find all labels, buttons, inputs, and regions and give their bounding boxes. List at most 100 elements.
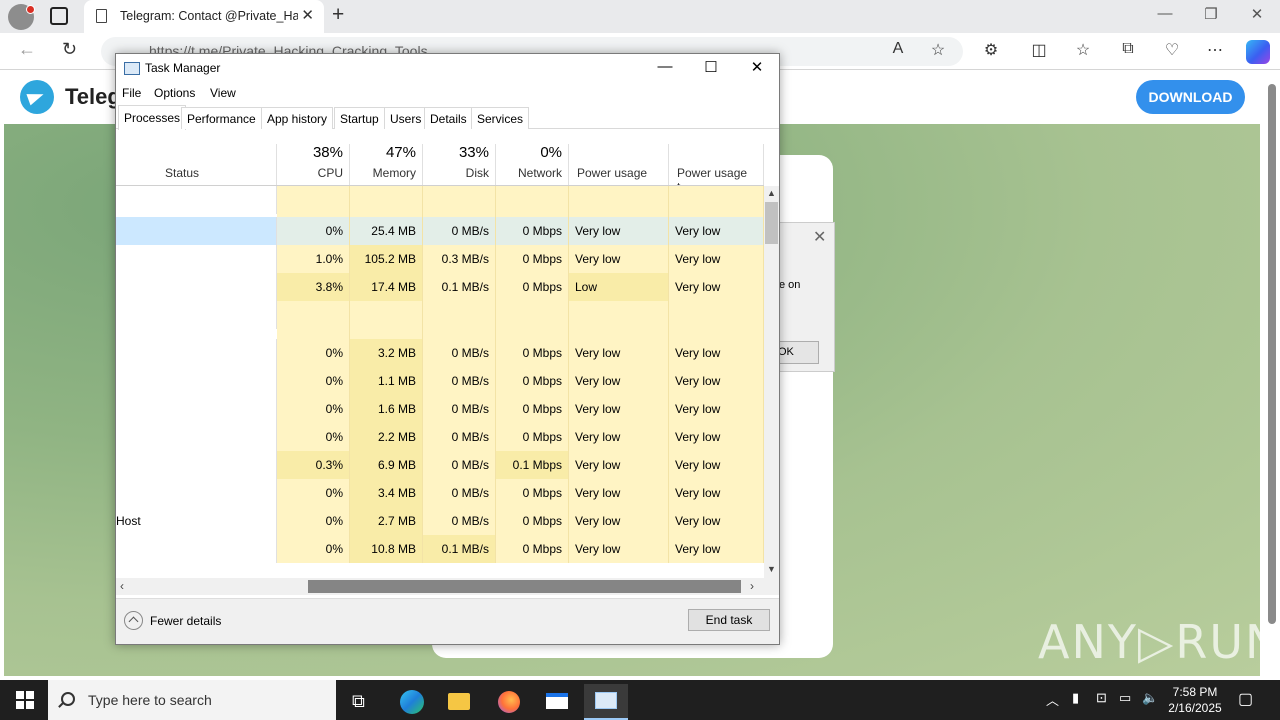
- cell-network: 0 Mbps: [496, 507, 569, 535]
- table-row[interactable]: 0% 1.6 MB 0 MB/s 0 Mbps Very low Very low: [116, 395, 764, 423]
- cell-memory: 1.1 MB: [350, 367, 423, 395]
- profile-avatar-icon[interactable]: [8, 4, 35, 30]
- column-percent: 0%: [540, 144, 562, 161]
- column-label: Memory: [372, 166, 416, 180]
- cell-memory: 2.7 MB: [350, 507, 423, 535]
- table-row[interactable]: 0% 10.8 MB 0.1 MB/s 0 Mbps Very low Very low: [116, 535, 764, 563]
- tab-processes[interactable]: Processes: [118, 105, 187, 130]
- scroll-down-icon[interactable]: ▼: [767, 564, 776, 574]
- tab-details[interactable]: Details: [424, 107, 473, 129]
- cell-memory: 17.4 MB: [350, 273, 423, 301]
- tray-chevron-icon[interactable]: ︿: [1046, 690, 1059, 709]
- table-row[interactable]: Host 0% 2.7 MB 0 MB/s 0 Mbps Very low Very low: [116, 507, 764, 535]
- chevron-up-icon[interactable]: [124, 611, 143, 630]
- table-row[interactable]: 1.0% 105.2 MB 0.3 MB/s 0 Mbps Very low Very l…: [116, 245, 764, 273]
- network-icon[interactable]: ▭: [1119, 690, 1131, 706]
- minimize-button[interactable]: —: [1150, 5, 1180, 22]
- process-name: [116, 186, 277, 214]
- column-header-disk[interactable]: 33% Disk: [423, 144, 496, 185]
- scroll-up-icon[interactable]: ▲: [767, 188, 776, 198]
- table-row[interactable]: 0% 3.2 MB 0 MB/s 0 Mbps Very low Very low: [116, 339, 764, 367]
- tab-users[interactable]: Users: [384, 107, 428, 129]
- dialog-ok-button[interactable]: OK: [778, 341, 819, 364]
- volume-icon[interactable]: 🔈: [1142, 690, 1158, 706]
- column-header-memory[interactable]: 47% Memory: [350, 144, 423, 185]
- favorite-star-icon[interactable]: ☆: [925, 40, 951, 60]
- vertical-scroll-thumb[interactable]: [765, 202, 778, 244]
- start-icon[interactable]: [16, 691, 34, 709]
- horizontal-scroll-thumb[interactable]: [308, 580, 741, 593]
- telegram-logo-icon[interactable]: [20, 80, 54, 114]
- tab-performance[interactable]: Performance: [181, 107, 262, 129]
- dialog-close-icon[interactable]: ✕: [813, 227, 826, 247]
- restore-button[interactable]: ❐: [1196, 5, 1226, 23]
- process-horizontal-scrollbar[interactable]: ‹ ›: [116, 578, 779, 595]
- column-header-cpu[interactable]: 38% CPU: [277, 144, 350, 185]
- tab-startup[interactable]: Startup: [334, 107, 385, 129]
- cell-power-trend: Very low: [669, 217, 764, 245]
- tab-close-icon[interactable]: ✕: [301, 6, 314, 24]
- firefox-icon[interactable]: [486, 684, 530, 720]
- taskbar-search[interactable]: Type here to search: [48, 680, 336, 720]
- column-header-status[interactable]: Status: [157, 144, 277, 185]
- task-manager-taskbar-icon[interactable]: [584, 684, 628, 720]
- app-window-icon[interactable]: [534, 684, 578, 720]
- menu-options[interactable]: Options: [154, 86, 195, 100]
- task-view-icon[interactable]: ⧉: [340, 684, 384, 720]
- download-button[interactable]: DOWNLOAD: [1136, 80, 1245, 114]
- column-header-power-usage-t[interactable]: Power usage t...: [669, 144, 764, 194]
- notifications-icon[interactable]: ▢: [1238, 689, 1253, 709]
- copilot-icon[interactable]: [1246, 40, 1270, 64]
- table-row[interactable]: 0.3% 6.9 MB 0 MB/s 0.1 Mbps Very low Very low: [116, 451, 764, 479]
- tab-actions-icon[interactable]: [50, 7, 68, 25]
- end-task-button[interactable]: End task: [688, 609, 770, 631]
- column-header-power-usage[interactable]: Power usage: [569, 144, 669, 185]
- table-row[interactable]: 0% 2.2 MB 0 MB/s 0 Mbps Very low Very low: [116, 423, 764, 451]
- extensions-icon[interactable]: ⚙: [978, 40, 1004, 60]
- task-manager-titlebar[interactable]: Task Manager — ☐ ✕: [116, 54, 779, 83]
- split-screen-icon[interactable]: ◫: [1026, 40, 1052, 60]
- file-explorer-icon[interactable]: [436, 684, 480, 720]
- taskbar-clock[interactable]: 7:58 PM 2/16/2025: [1160, 684, 1230, 716]
- page-scrollbar[interactable]: [1264, 70, 1280, 680]
- edge-icon[interactable]: [388, 684, 432, 720]
- back-icon[interactable]: ←: [18, 39, 36, 60]
- new-tab-icon[interactable]: +: [332, 3, 344, 27]
- column-header-network[interactable]: 0% Network: [496, 144, 569, 185]
- cell-network: 0 Mbps: [496, 367, 569, 395]
- tm-minimize-button[interactable]: —: [642, 58, 688, 75]
- table-row[interactable]: 0% 25.4 MB 0 MB/s 0 Mbps Very low Very low: [116, 217, 764, 245]
- scroll-left-icon[interactable]: ‹: [120, 579, 124, 593]
- cell-disk: 0 MB/s: [423, 479, 496, 507]
- device-icon[interactable]: ⊡: [1096, 690, 1107, 706]
- fewer-details-link[interactable]: Fewer details: [150, 614, 221, 628]
- table-row[interactable]: 3.8% 17.4 MB 0.1 MB/s 0 Mbps Low Very low: [116, 273, 764, 301]
- performance-icon[interactable]: ♡: [1159, 40, 1185, 60]
- process-name: [116, 451, 277, 479]
- cell-network: 0 Mbps: [496, 245, 569, 273]
- task-manager-window: Task Manager — ☐ ✕ File Options View Pro…: [115, 53, 780, 645]
- more-menu-icon[interactable]: ⋯: [1202, 40, 1228, 60]
- browser-tab[interactable]: Telegram: Contact @Private_Hacking_Crack…: [84, 0, 324, 33]
- page-scrollbar-thumb[interactable]: [1268, 84, 1276, 624]
- process-name: Host: [116, 507, 277, 535]
- table-row[interactable]: [116, 301, 764, 339]
- table-row[interactable]: 0% 1.1 MB 0 MB/s 0 Mbps Very low Very low: [116, 367, 764, 395]
- tab-app-history[interactable]: App history: [261, 107, 334, 129]
- process-vertical-scrollbar[interactable]: ▲ ▼: [764, 186, 779, 578]
- close-button[interactable]: ✕: [1242, 5, 1272, 23]
- battery-icon[interactable]: ▮: [1072, 690, 1079, 706]
- scroll-right-icon[interactable]: ›: [750, 579, 754, 593]
- column-label: Power usage: [577, 166, 648, 180]
- read-aloud-icon[interactable]: A: [885, 40, 911, 58]
- tm-close-button[interactable]: ✕: [734, 58, 780, 76]
- menu-file[interactable]: File: [122, 86, 141, 100]
- tm-maximize-button[interactable]: ☐: [688, 58, 734, 76]
- table-row[interactable]: 0% 3.4 MB 0 MB/s 0 Mbps Very low Very low: [116, 479, 764, 507]
- menu-view[interactable]: View: [210, 86, 236, 100]
- column-label: Disk: [465, 166, 489, 180]
- favorites-icon[interactable]: ☆: [1070, 40, 1096, 60]
- tab-services[interactable]: Services: [471, 107, 530, 129]
- refresh-icon[interactable]: ↻: [62, 39, 77, 60]
- collections-icon[interactable]: ⧉: [1115, 40, 1141, 58]
